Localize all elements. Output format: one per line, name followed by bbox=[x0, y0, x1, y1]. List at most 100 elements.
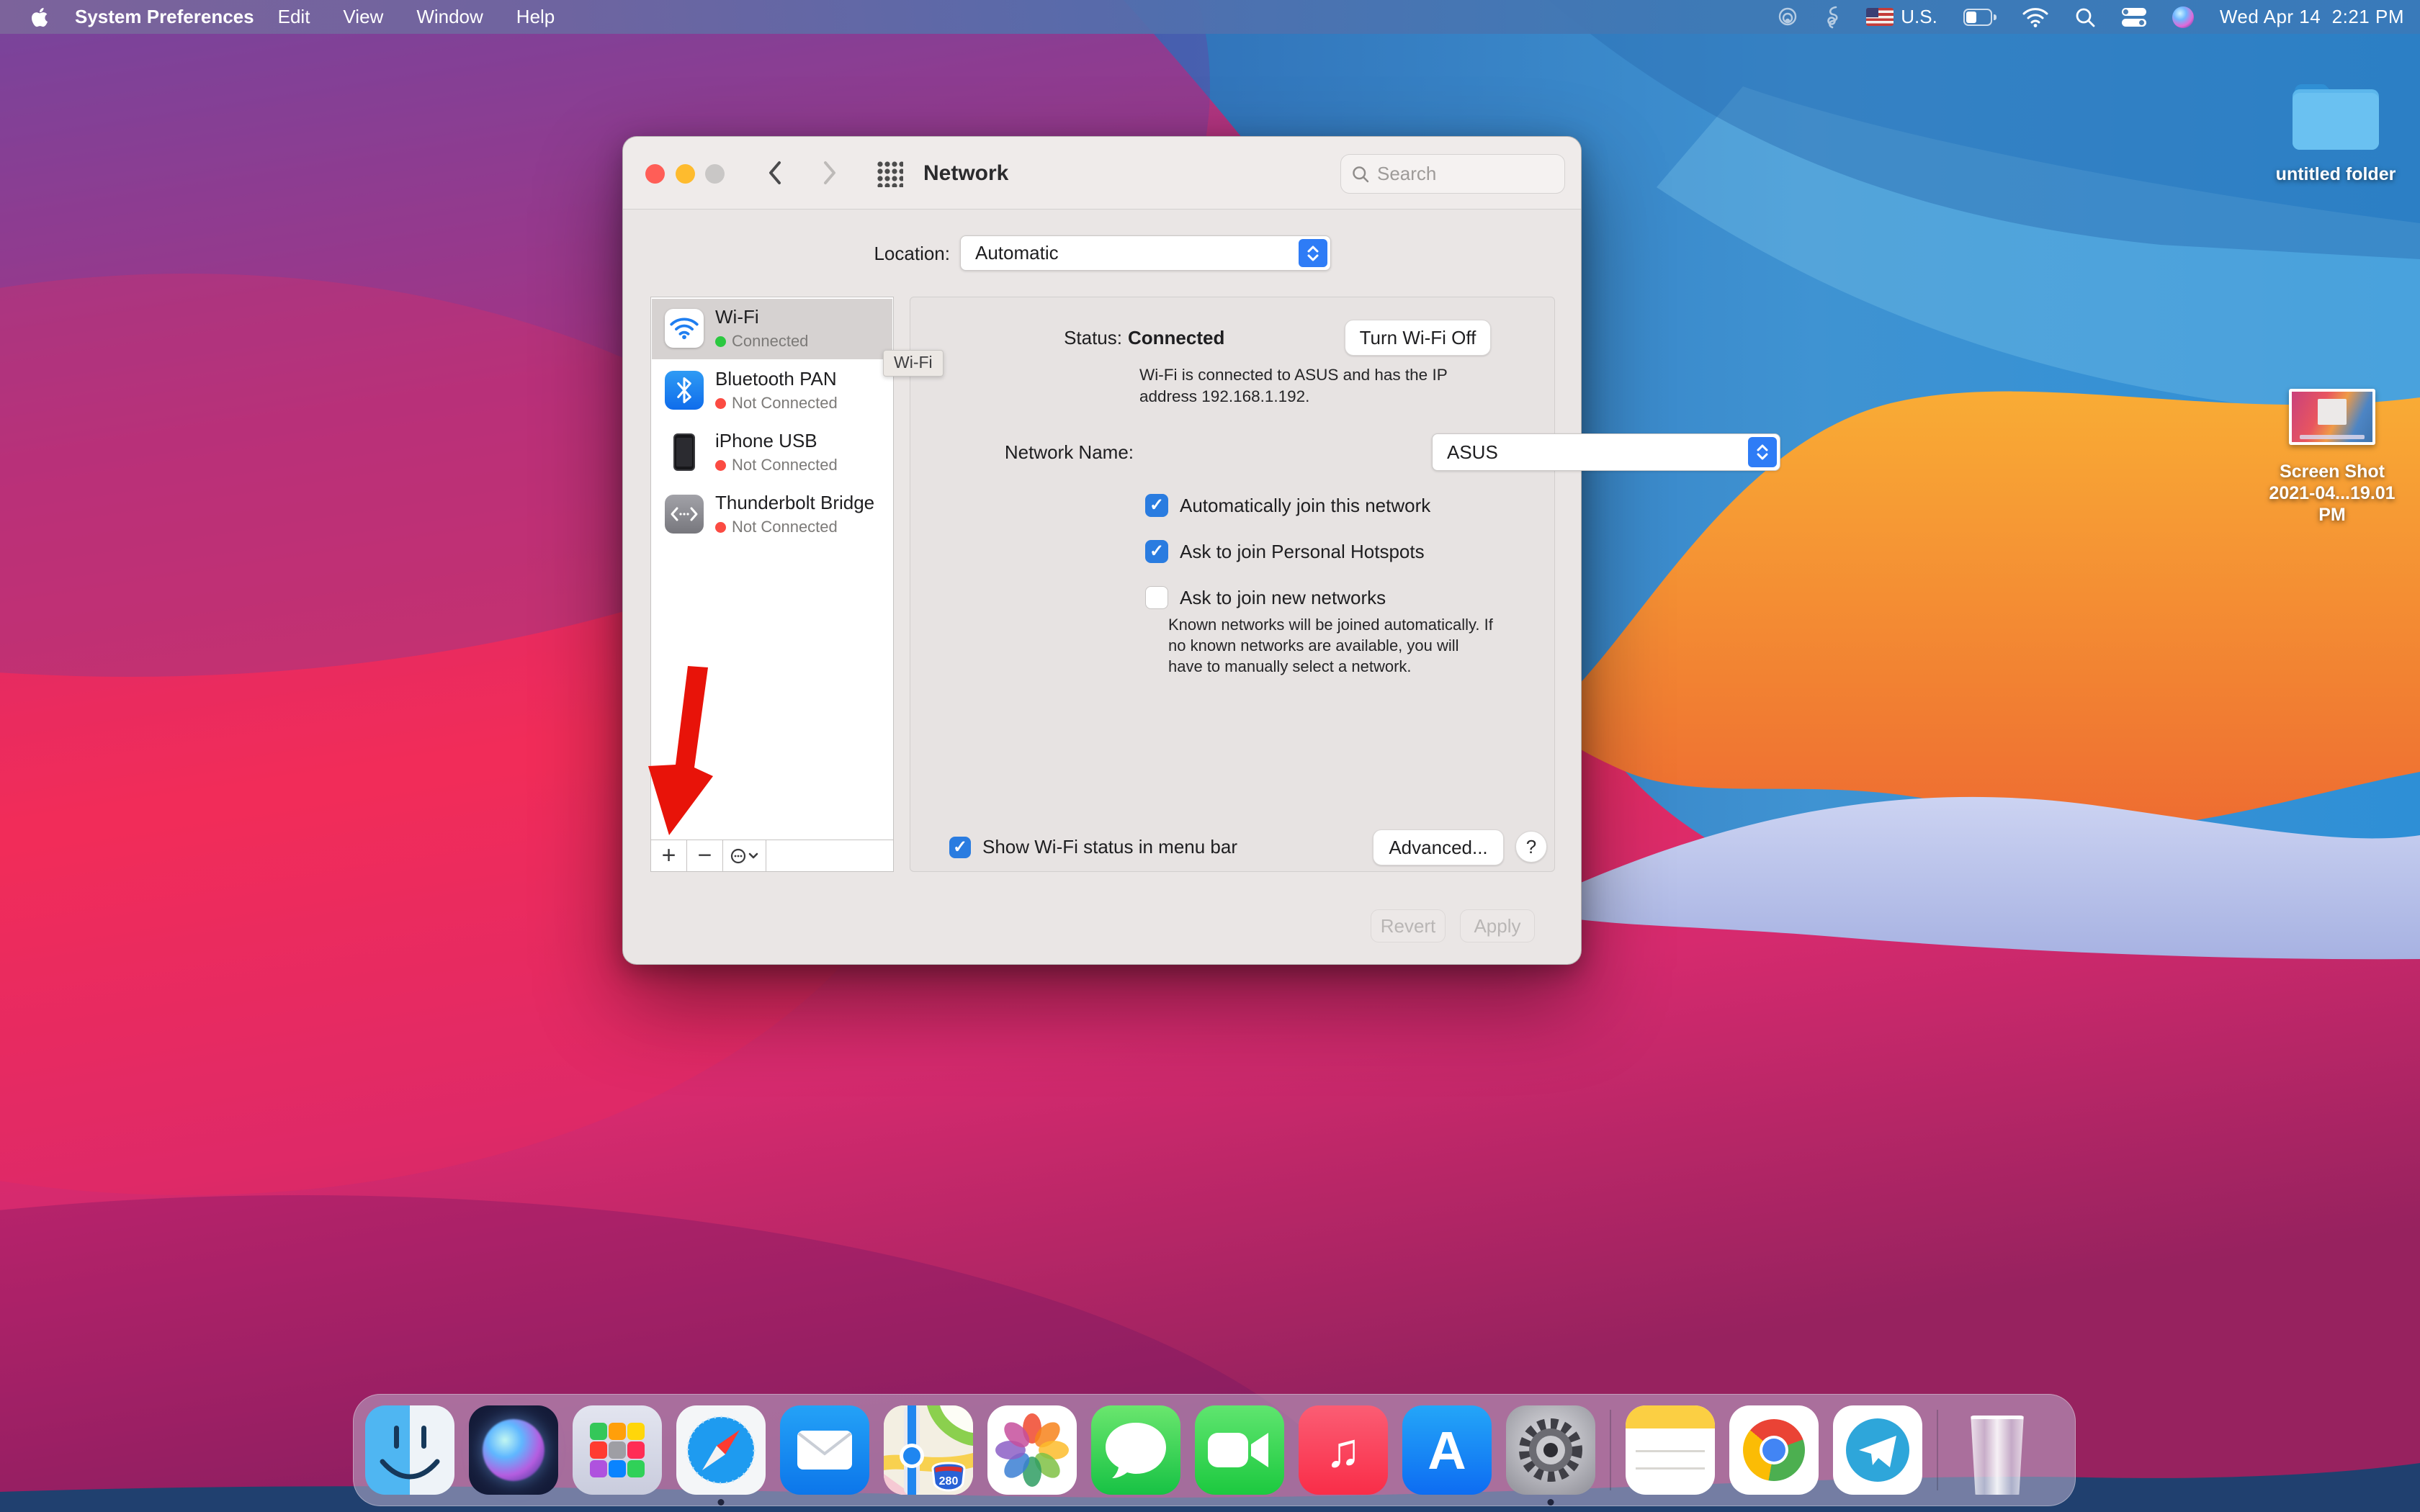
auto-join-checkbox[interactable] bbox=[1145, 494, 1168, 517]
turn-wifi-off-button[interactable]: Turn Wi-Fi Off bbox=[1345, 320, 1491, 356]
dock-icon-photos[interactable] bbox=[987, 1405, 1077, 1495]
sidebar-item-wifi[interactable]: Wi-Fi Connected bbox=[652, 299, 892, 359]
personal-hotspots-checkbox[interactable] bbox=[1145, 540, 1168, 563]
advanced-button[interactable]: Advanced... bbox=[1373, 829, 1504, 865]
wifi-settings-panel: Status: Connected Turn Wi-Fi Off Wi-Fi i… bbox=[910, 297, 1555, 872]
action-menu-button[interactable] bbox=[723, 840, 766, 871]
menubar-app-name[interactable]: System Preferences bbox=[75, 6, 254, 28]
location-popup[interactable]: Automatic bbox=[960, 235, 1331, 271]
dock-icon-chrome[interactable] bbox=[1729, 1405, 1819, 1495]
window-title: Network bbox=[923, 161, 1008, 186]
battery-icon[interactable] bbox=[1963, 9, 1996, 26]
revert-button[interactable]: Revert bbox=[1371, 909, 1446, 942]
dock-icon-messages[interactable] bbox=[1091, 1405, 1180, 1495]
network-preferences-window: Network Search Location: Automatic Wi-Fi… bbox=[622, 136, 1582, 965]
desktop-icon-screenshot[interactable]: Screen Shot 2021-04...19.01 PM bbox=[2262, 389, 2403, 526]
dock-icon-app-store[interactable]: A bbox=[1402, 1405, 1492, 1495]
wifi-menu-icon[interactable] bbox=[2022, 7, 2048, 27]
music-note-glyph: ♫ bbox=[1325, 1423, 1361, 1477]
status-circles-icon[interactable] bbox=[1777, 6, 1798, 28]
status-value: Connected bbox=[1128, 327, 1224, 349]
checkbox-row-auto-join[interactable]: Automatically join this network bbox=[1145, 494, 1430, 517]
iphone-service-icon bbox=[665, 433, 704, 472]
apply-button[interactable]: Apply bbox=[1460, 909, 1535, 942]
input-source-label[interactable]: U.S. bbox=[1901, 6, 1937, 28]
show-status-checkbox[interactable] bbox=[949, 837, 971, 858]
bluetooth-service-icon bbox=[665, 371, 704, 410]
dock-icon-siri[interactable] bbox=[469, 1405, 558, 1495]
input-source-flag-icon[interactable] bbox=[1866, 8, 1894, 26]
back-button[interactable] bbox=[766, 158, 784, 187]
desktop-icon-label: untitled folder bbox=[2269, 163, 2403, 185]
search-icon bbox=[1351, 165, 1370, 184]
minimize-button[interactable] bbox=[676, 164, 695, 184]
siri-icon[interactable] bbox=[2172, 6, 2194, 28]
popup-stepper-icon bbox=[1299, 239, 1327, 267]
network-name-value: ASUS bbox=[1433, 441, 1498, 464]
wifi-tooltip: Wi-Fi bbox=[883, 350, 944, 377]
menubar-clock[interactable]: Wed Apr 14 2:21 PM bbox=[2220, 6, 2404, 28]
sidebar-item-iphone-usb[interactable]: iPhone USB Not Connected bbox=[652, 423, 892, 483]
service-name: Bluetooth PAN bbox=[715, 368, 837, 390]
checkbox-row-personal-hotspots[interactable]: Ask to join Personal Hotspots bbox=[1145, 540, 1425, 563]
known-networks-help-text: Known networks will be joined automatica… bbox=[1168, 614, 1494, 677]
forward-button[interactable] bbox=[820, 158, 839, 187]
dock-icon-maps[interactable]: 280 bbox=[884, 1405, 973, 1495]
new-networks-checkbox[interactable] bbox=[1145, 586, 1168, 609]
dock: 280 ♫ A bbox=[353, 1394, 2076, 1506]
dock-icon-notes[interactable] bbox=[1626, 1405, 1715, 1495]
service-status: Not Connected bbox=[732, 456, 838, 474]
dock-icon-finder[interactable] bbox=[365, 1405, 454, 1495]
network-name-popup[interactable]: ASUS bbox=[1432, 433, 1780, 471]
status-label: Status: bbox=[978, 327, 1122, 349]
search-field[interactable]: Search bbox=[1340, 154, 1565, 194]
menu-window[interactable]: Window bbox=[416, 6, 483, 28]
sidebar-item-thunderbolt-bridge[interactable]: Thunderbolt Bridge Not Connected bbox=[652, 485, 892, 545]
sidebar-item-bluetooth-pan[interactable]: Bluetooth PAN Not Connected bbox=[652, 361, 892, 421]
svg-text:280: 280 bbox=[939, 1475, 959, 1488]
zoom-button[interactable] bbox=[705, 164, 725, 184]
thunderbolt-service-icon bbox=[665, 495, 704, 534]
spotlight-icon[interactable] bbox=[2074, 6, 2096, 28]
dock-icon-trash[interactable] bbox=[1953, 1405, 2042, 1495]
show-all-grid-icon[interactable] bbox=[877, 161, 903, 187]
service-status: Not Connected bbox=[732, 394, 838, 413]
search-placeholder: Search bbox=[1377, 163, 1436, 185]
menu-help[interactable]: Help bbox=[516, 6, 555, 28]
help-button[interactable]: ? bbox=[1515, 831, 1547, 863]
location-label: Location: bbox=[806, 243, 950, 265]
folder-icon bbox=[2290, 81, 2381, 153]
dock-icon-music[interactable]: ♫ bbox=[1299, 1405, 1388, 1495]
network-name-label: Network Name: bbox=[954, 441, 1134, 464]
status-dragon-icon[interactable] bbox=[1824, 6, 1840, 29]
status-dot-red bbox=[715, 460, 726, 471]
checkbox-row-show-status[interactable]: Show Wi-Fi status in menu bar bbox=[949, 836, 1237, 858]
dock-icon-facetime[interactable] bbox=[1195, 1405, 1284, 1495]
menu-bar: System Preferences Edit View Window Help… bbox=[0, 0, 2420, 34]
annotation-arrow bbox=[634, 648, 727, 850]
menu-view[interactable]: View bbox=[343, 6, 383, 28]
status-dot-red bbox=[715, 398, 726, 409]
dock-icon-mail[interactable] bbox=[780, 1405, 869, 1495]
service-status: Connected bbox=[732, 332, 808, 351]
control-center-icon[interactable] bbox=[2122, 8, 2146, 27]
desktop-icon-folder[interactable]: untitled folder bbox=[2269, 81, 2403, 185]
close-button[interactable] bbox=[645, 164, 665, 184]
service-name: iPhone USB bbox=[715, 430, 817, 452]
dock-icon-safari[interactable] bbox=[676, 1405, 766, 1495]
checkbox-label: Ask to join Personal Hotspots bbox=[1180, 541, 1425, 563]
apple-menu-icon[interactable] bbox=[30, 6, 49, 28]
dock-divider bbox=[1937, 1410, 1938, 1490]
service-name: Thunderbolt Bridge bbox=[715, 492, 874, 514]
checkbox-row-new-networks[interactable]: Ask to join new networks bbox=[1145, 586, 1386, 609]
status-dot-red bbox=[715, 522, 726, 533]
status-dot-green bbox=[715, 336, 726, 347]
window-titlebar[interactable]: Network Search bbox=[623, 137, 1581, 210]
location-popup-value: Automatic bbox=[961, 242, 1059, 264]
dock-icon-telegram[interactable] bbox=[1833, 1405, 1922, 1495]
desktop-icon-label-line2: 2021-04...19.01 PM bbox=[2262, 482, 2403, 526]
dock-icon-launchpad[interactable] bbox=[573, 1405, 662, 1495]
menu-edit[interactable]: Edit bbox=[278, 6, 310, 28]
dock-icon-system-preferences[interactable] bbox=[1506, 1405, 1595, 1495]
checkbox-label: Show Wi-Fi status in menu bar bbox=[982, 836, 1237, 858]
